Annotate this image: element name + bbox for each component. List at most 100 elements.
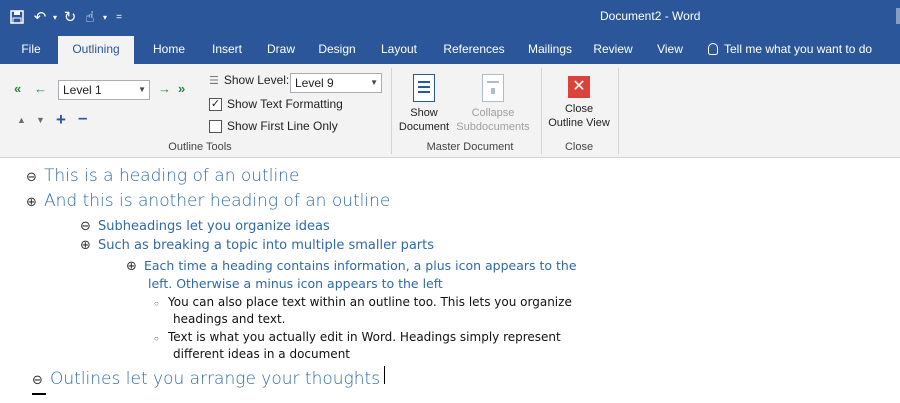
ribbon-outlining: « ← Level 1 ▼ → » ▲ ▼ + – ☰ Show Level: …: [0, 64, 900, 158]
tab-draw[interactable]: Draw: [259, 34, 303, 64]
outline-item[interactable]: ⊖ Outlines let you arrange your thoughts: [32, 366, 386, 389]
outline-item[interactable]: ⊕ And this is another heading of an outl…: [26, 191, 390, 211]
close-outline-view-label-line2: Outline View: [548, 117, 610, 129]
show-document-label-line1: Show: [410, 107, 438, 119]
promote-to-heading1-icon[interactable]: «: [14, 81, 21, 96]
outline-body-text[interactable]: different ideas in a document: [173, 347, 350, 361]
show-text-formatting-label: Show Text Formatting: [227, 97, 343, 111]
collapse-outline-icon[interactable]: ⊖: [32, 372, 50, 388]
title-bar: ↶ ▾ ↻ ☝ ▾ = Document2 - Word: [0, 0, 900, 34]
show-first-line-only-label: Show First Line Only: [227, 119, 338, 133]
group-divider: [618, 68, 619, 154]
collapse-subdocuments-icon: [482, 74, 504, 102]
customize-qat-icon[interactable]: =: [112, 6, 126, 28]
end-of-document-marker: [32, 393, 46, 395]
outline-heading-text[interactable]: This is a heading of an outline: [44, 166, 299, 186]
outline-body-text[interactable]: You can also place text within an outlin…: [168, 295, 572, 309]
outline-item[interactable]: ○ Text is what you actually edit in Word…: [154, 330, 561, 344]
collapse-icon[interactable]: –: [78, 108, 87, 128]
master-document-group-label: Master Document: [426, 141, 514, 153]
outline-body-text[interactable]: Text is what you actually edit in Word. …: [168, 330, 561, 344]
collapse-subdocuments-label-line2: Subdocuments: [456, 121, 530, 133]
outline-item-continuation[interactable]: left. Otherwise a minus icon appears to …: [148, 276, 443, 291]
show-first-line-only-row[interactable]: Show First Line Only: [209, 119, 338, 133]
window-title: Document2 - Word: [600, 9, 701, 23]
show-document-icon: [413, 74, 435, 102]
tell-me-search[interactable]: Tell me what you want to do: [708, 34, 872, 64]
expand-outline-icon[interactable]: ⊕: [26, 194, 44, 210]
tab-layout[interactable]: Layout: [372, 34, 426, 64]
show-text-formatting-row[interactable]: ✓ Show Text Formatting: [209, 97, 343, 111]
show-level-value: Level 9: [295, 76, 334, 90]
move-down-icon[interactable]: ▼: [36, 115, 45, 125]
tell-me-label: Tell me what you want to do: [724, 42, 873, 56]
outline-level-value: Level 1: [63, 83, 102, 97]
outline-item[interactable]: ⊕ Each time a heading contains informati…: [126, 258, 577, 274]
outline-heading-text[interactable]: Each time a heading contains information…: [144, 258, 577, 273]
outline-item[interactable]: ⊖ This is a heading of an outline: [26, 166, 299, 186]
outline-item-continuation[interactable]: different ideas in a document: [173, 347, 350, 361]
close-icon: ✕: [568, 76, 590, 98]
tab-file[interactable]: File: [14, 34, 48, 64]
tab-home[interactable]: Home: [144, 34, 194, 64]
expand-outline-icon[interactable]: ⊕: [126, 258, 144, 274]
show-level-row: ☰ Show Level:: [209, 73, 289, 87]
chevron-down-icon: ▼: [138, 85, 146, 94]
demote-to-body-text-icon[interactable]: »: [178, 81, 185, 96]
outline-item[interactable]: ○ You can also place text within an outl…: [154, 295, 572, 309]
outline-tools-group-label: Outline Tools: [168, 141, 232, 153]
outline-heading-text[interactable]: Subheadings let you organize ideas: [98, 219, 330, 234]
tab-insert[interactable]: Insert: [204, 34, 250, 64]
outline-item[interactable]: ⊖ Subheadings let you organize ideas: [80, 218, 330, 234]
chevron-down-icon: ▼: [370, 78, 378, 87]
outline-heading-text[interactable]: Outlines let you arrange your thoughts: [50, 369, 380, 389]
show-text-formatting-checkbox[interactable]: ✓: [209, 97, 222, 111]
move-up-icon[interactable]: ▲: [17, 115, 26, 125]
window-edge: [896, 8, 900, 24]
outline-level-select[interactable]: Level 1 ▼: [58, 80, 150, 100]
tab-review[interactable]: Review: [587, 34, 639, 64]
collapse-subdocuments-label-line1: Collapse: [471, 107, 515, 119]
tab-design[interactable]: Design: [311, 34, 363, 64]
show-first-line-only-checkbox[interactable]: [209, 119, 222, 133]
promote-icon[interactable]: ←: [34, 81, 47, 96]
outline-heading-text[interactable]: Such as breaking a topic into multiple s…: [98, 238, 434, 253]
expand-icon[interactable]: +: [56, 110, 66, 130]
demote-icon[interactable]: →: [158, 81, 171, 96]
group-divider: [541, 68, 542, 154]
close-group-label: Close: [564, 141, 594, 153]
tab-mailings[interactable]: Mailings: [520, 34, 580, 64]
tab-references[interactable]: References: [434, 34, 514, 64]
show-level-label: Show Level:: [223, 73, 290, 87]
quick-access-toolbar: ↶ ▾ ↻ ☝ ▾ =: [6, 6, 126, 28]
tab-outlining[interactable]: Outlining: [58, 36, 134, 64]
text-cursor: [384, 366, 386, 384]
touch-mode-icon[interactable]: ☝: [82, 6, 98, 28]
tab-view[interactable]: View: [647, 34, 693, 64]
collapse-subdocuments-button[interactable]: Collapse Subdocuments: [455, 74, 531, 134]
body-text-bullet-icon: ○: [154, 299, 159, 308]
redo-icon[interactable]: ↻: [62, 6, 78, 28]
outline-heading-text[interactable]: And this is another heading of an outlin…: [44, 191, 390, 211]
undo-icon[interactable]: ↶: [32, 6, 48, 28]
collapse-outline-icon[interactable]: ⊖: [80, 218, 98, 234]
save-icon[interactable]: [6, 6, 28, 28]
ribbon-tabs: File Outlining Home Insert Draw Design L…: [0, 34, 900, 64]
touch-dropdown-icon[interactable]: ▾: [102, 6, 108, 28]
show-level-select[interactable]: Level 9 ▼: [290, 73, 382, 93]
show-level-icon: ☰: [209, 74, 219, 87]
lightbulb-icon: [708, 43, 718, 55]
close-outline-view-label-line1: Close: [564, 103, 594, 115]
body-text-bullet-icon: ○: [154, 334, 159, 343]
outline-item[interactable]: ⊕ Such as breaking a topic into multiple…: [80, 237, 434, 253]
outline-heading-text[interactable]: left. Otherwise a minus icon appears to …: [148, 276, 443, 291]
undo-dropdown-icon[interactable]: ▾: [52, 6, 58, 28]
expand-outline-icon[interactable]: ⊕: [80, 237, 98, 253]
outline-body-text[interactable]: headings and text.: [173, 312, 285, 326]
show-document-button[interactable]: Show Document: [397, 74, 451, 134]
collapse-outline-icon[interactable]: ⊖: [26, 169, 44, 185]
show-document-label-line2: Document: [398, 121, 450, 133]
close-outline-view-button[interactable]: ✕ Close Outline View: [544, 76, 614, 130]
outline-item-continuation[interactable]: headings and text.: [173, 312, 285, 326]
document-body[interactable]: ⊖ This is a heading of an outline ⊕ And …: [0, 158, 900, 403]
